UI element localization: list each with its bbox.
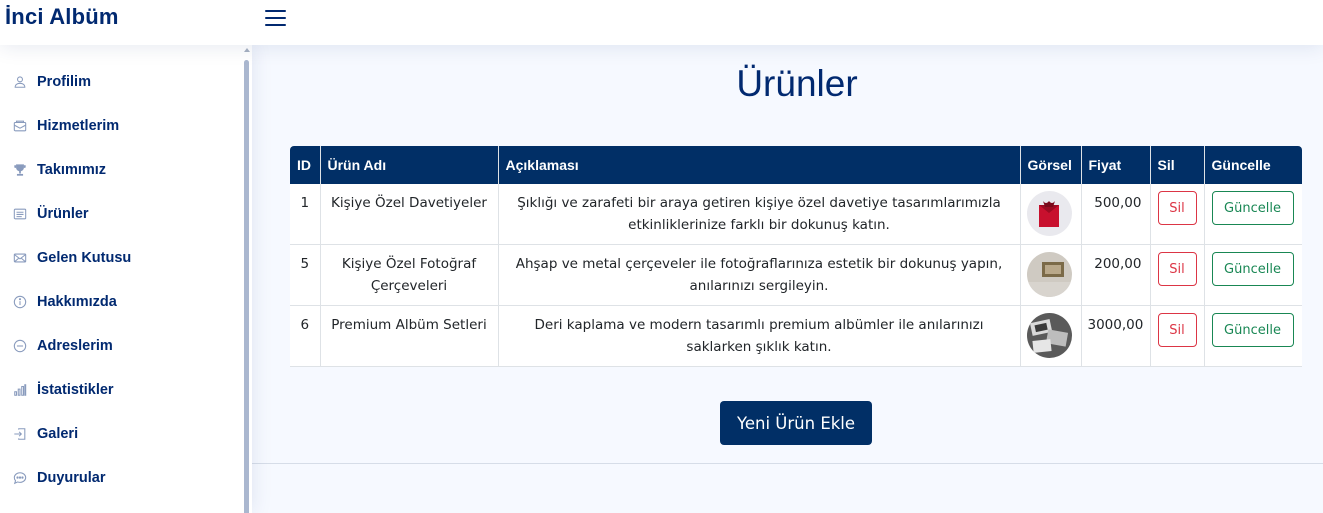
- update-button[interactable]: Güncelle: [1211, 191, 1294, 225]
- sidebar-item-gelen-kutusu[interactable]: Gelen Kutusu: [0, 236, 240, 280]
- delete-cell: Sil: [1150, 244, 1205, 306]
- row-id: 1: [290, 184, 321, 245]
- product-price: 3000,00: [1081, 305, 1151, 367]
- column-header-price: Fiyat: [1081, 146, 1151, 184]
- table-row: 1 Kişiye Özel Davetiyeler Şıklığı ve zar…: [290, 184, 1302, 245]
- sidebar-item-hakkimizda[interactable]: Hakkımızda: [0, 280, 240, 324]
- person-icon: [12, 74, 28, 90]
- top-header: İnci Albüm: [0, 0, 1323, 45]
- sidebar-item-adreslerim[interactable]: Adreslerim: [0, 324, 240, 368]
- sidebar-item-label: Duyurular: [37, 470, 106, 486]
- update-button[interactable]: Güncelle: [1211, 252, 1294, 286]
- column-header-name: Ürün Adı: [320, 146, 499, 184]
- sidebar-item-label: Gelen Kutusu: [37, 250, 132, 266]
- sidebar-item-label: Hakkımızda: [37, 294, 117, 310]
- app-logo[interactable]: İnci Albüm: [5, 4, 119, 30]
- product-image-cell: [1020, 184, 1082, 245]
- product-thumbnail: [1026, 191, 1072, 236]
- box-arrow-in-right-icon: [12, 426, 28, 442]
- envelope-icon: [12, 250, 28, 266]
- sidebar-item-takimimiz[interactable]: Takımımız: [0, 148, 240, 192]
- delete-button[interactable]: Sil: [1157, 252, 1197, 286]
- product-image-cell: [1020, 305, 1082, 367]
- column-header-delete: Sil: [1150, 146, 1205, 184]
- main-content: Ürünler ID Ürün Adı Açıklaması Görsel Fi…: [252, 45, 1323, 513]
- product-description: Ahşap ve metal çerçeveler ile fotoğrafla…: [498, 244, 1021, 306]
- sidebar-item-label: İstatistikler: [37, 382, 114, 398]
- row-id: 6: [290, 305, 321, 367]
- column-header-description: Açıklaması: [498, 146, 1021, 184]
- product-name: Kişiye Özel Fotoğraf Çerçeveleri: [320, 244, 499, 306]
- column-header-id: ID: [290, 146, 321, 184]
- sidebar-item-profilim[interactable]: Profilim: [0, 60, 240, 104]
- add-product-button[interactable]: Yeni Ürün Ekle: [720, 401, 872, 445]
- delete-button[interactable]: Sil: [1157, 313, 1197, 347]
- chat-dots-icon: [12, 470, 28, 486]
- column-header-update: Güncelle: [1204, 146, 1302, 184]
- update-button[interactable]: Güncelle: [1211, 313, 1294, 347]
- product-name: Premium Albüm Setleri: [320, 305, 499, 367]
- dash-circle-icon: [12, 338, 28, 354]
- sidebar: Profilim Hizmetlerim Takımımız Ürünler G…: [0, 45, 252, 513]
- products-table-container: ID Ürün Adı Açıklaması Görsel Fiyat Sil …: [290, 146, 1302, 367]
- sidebar-item-istatistikler[interactable]: İstatistikler: [0, 368, 240, 412]
- product-price: 200,00: [1081, 244, 1151, 306]
- update-cell: Güncelle: [1204, 305, 1302, 367]
- row-id: 5: [290, 244, 321, 306]
- info-circle-icon: [12, 294, 28, 310]
- product-description: Deri kaplama ve modern tasarımlı premium…: [498, 305, 1021, 367]
- sidebar-scrollbar[interactable]: [243, 45, 250, 513]
- sidebar-item-label: Ürünler: [37, 206, 89, 222]
- products-table: ID Ürün Adı Açıklaması Görsel Fiyat Sil …: [290, 146, 1302, 367]
- envelope-open-icon: [12, 118, 28, 134]
- sidebar-item-label: Hizmetlerim: [37, 118, 120, 134]
- page-title: Ürünler: [736, 63, 858, 104]
- product-image-cell: [1020, 244, 1082, 306]
- column-header-image: Görsel: [1020, 146, 1082, 184]
- delete-button[interactable]: Sil: [1157, 191, 1197, 225]
- table-row: 5 Kişiye Özel Fotoğraf Çerçeveleri Ahşap…: [290, 244, 1302, 306]
- product-thumbnail: [1026, 313, 1072, 358]
- footer-divider: [252, 463, 1323, 464]
- sidebar-item-label: Adreslerim: [37, 338, 113, 354]
- delete-cell: Sil: [1150, 305, 1205, 367]
- menu-toggle-icon[interactable]: [265, 9, 287, 27]
- sidebar-item-urunler[interactable]: Ürünler: [0, 192, 240, 236]
- update-cell: Güncelle: [1204, 244, 1302, 306]
- product-price: 500,00: [1081, 184, 1151, 245]
- sidebar-item-label: Profilim: [37, 74, 91, 90]
- product-thumbnail: [1026, 252, 1072, 297]
- table-header-row: ID Ürün Adı Açıklaması Görsel Fiyat Sil …: [290, 146, 1302, 184]
- product-description: Şıklığı ve zarafeti bir araya getiren ki…: [498, 184, 1021, 245]
- scroll-up-arrow-icon[interactable]: [244, 48, 250, 52]
- bar-chart-icon: [12, 382, 28, 398]
- sidebar-nav: Profilim Hizmetlerim Takımımız Ürünler G…: [0, 60, 240, 500]
- sidebar-item-label: Takımımız: [37, 162, 107, 178]
- sidebar-item-duyurular[interactable]: Duyurular: [0, 456, 240, 500]
- sidebar-item-label: Galeri: [37, 426, 79, 442]
- sidebar-item-hizmetlerim[interactable]: Hizmetlerim: [0, 104, 240, 148]
- product-name: Kişiye Özel Davetiyeler: [320, 184, 499, 245]
- delete-cell: Sil: [1150, 184, 1205, 245]
- table-row: 6 Premium Albüm Setleri Deri kaplama ve …: [290, 305, 1302, 367]
- scroll-thumb[interactable]: [244, 60, 249, 513]
- sidebar-item-galeri[interactable]: Galeri: [0, 412, 240, 456]
- update-cell: Güncelle: [1204, 184, 1302, 245]
- list-card-icon: [12, 206, 28, 222]
- trophy-icon: [12, 162, 28, 178]
